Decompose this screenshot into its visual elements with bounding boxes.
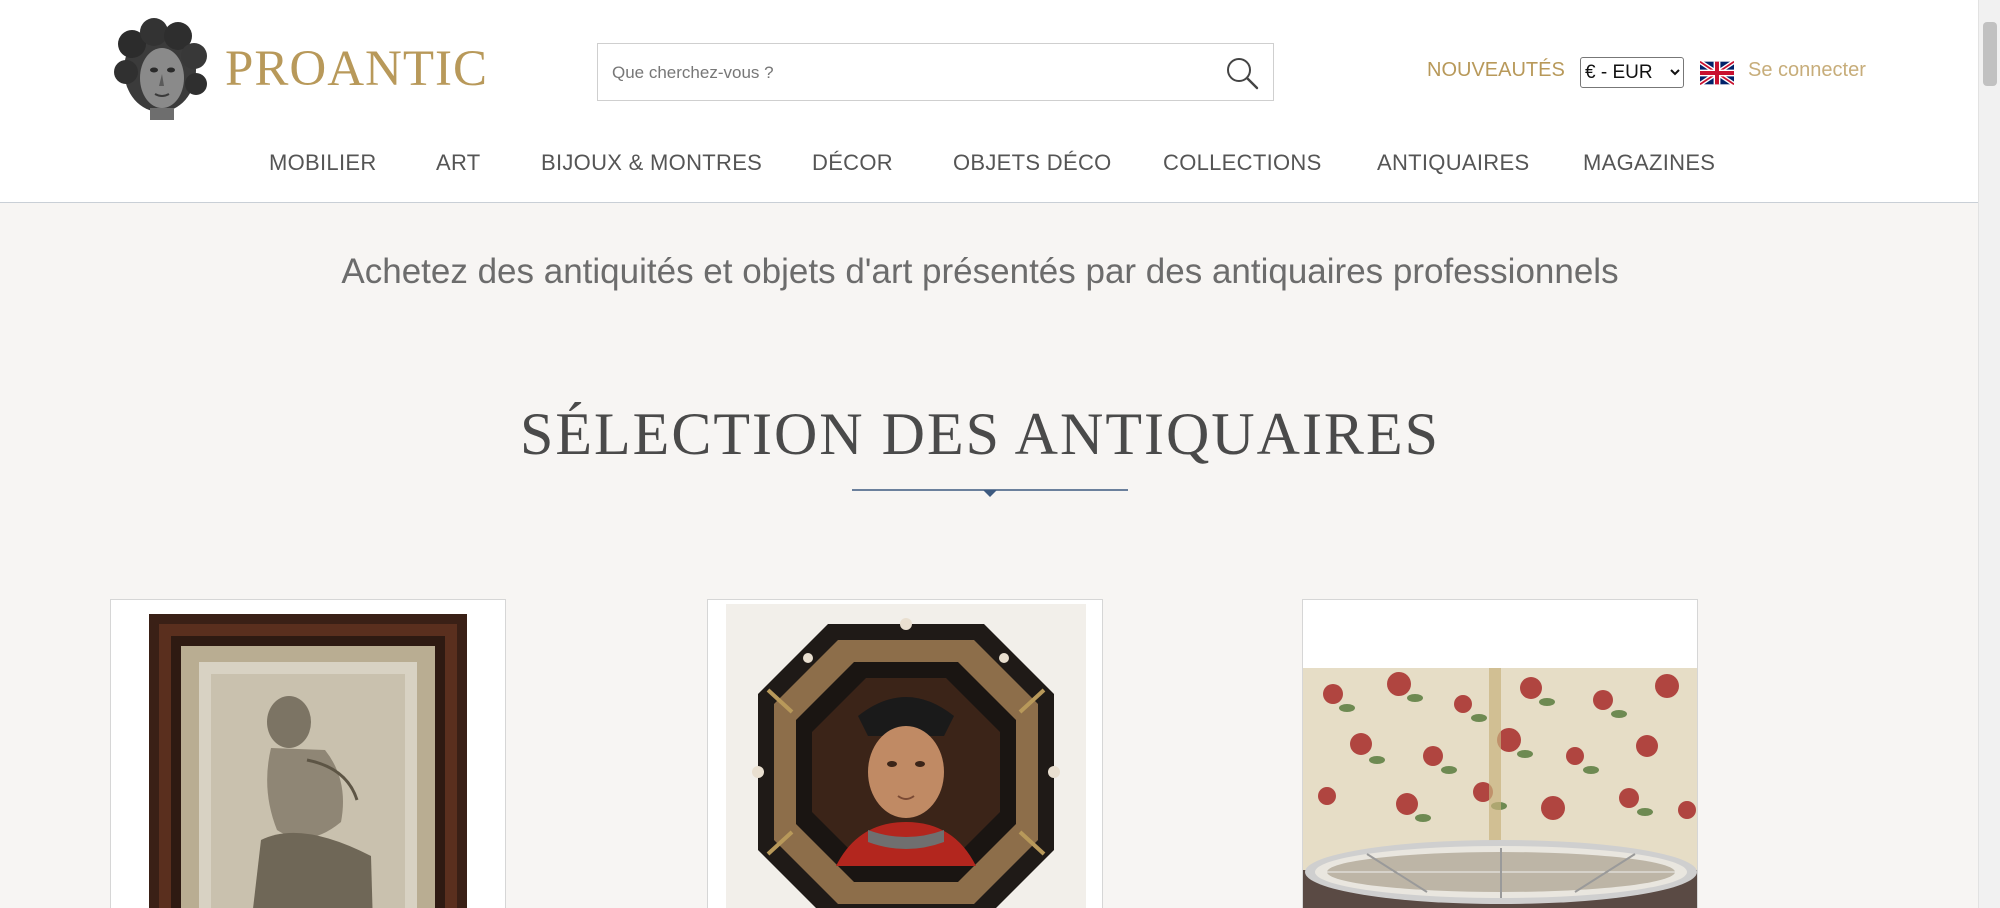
- nav-item-mobilier[interactable]: MOBILIER: [269, 150, 377, 176]
- nav-item-antiquaires[interactable]: ANTIQUAIRES: [1377, 150, 1529, 176]
- search-icon[interactable]: [1223, 54, 1261, 92]
- octagonal-portrait-image: [708, 600, 1102, 908]
- uk-flag-icon[interactable]: [1700, 61, 1734, 85]
- nav-item-art[interactable]: ART: [436, 150, 481, 176]
- login-link[interactable]: Se connecter: [1748, 59, 1866, 82]
- mirror-tray-image: [1303, 600, 1697, 908]
- nav-item-bijoux-montres[interactable]: BIJOUX & MONTRES: [541, 150, 762, 176]
- nouveautes-link[interactable]: NOUVEAUTÉS: [1427, 59, 1565, 82]
- tagline: Achetez des antiquités et objets d'art p…: [341, 252, 1619, 291]
- search-box: [597, 43, 1274, 101]
- page: PROANTIC NOUVEAUTÉS € - EUR Se connecter…: [0, 0, 2000, 908]
- framed-drawing-image: [111, 600, 505, 908]
- scrollbar-thumb[interactable]: [1983, 22, 1997, 86]
- product-card-1[interactable]: [110, 599, 506, 908]
- nav-item-objets-deco[interactable]: OBJETS DÉCO: [953, 150, 1112, 176]
- page-scrollbar[interactable]: [1978, 0, 2000, 908]
- title-underline-divider: [852, 489, 1128, 497]
- nav-item-collections[interactable]: COLLECTIONS: [1163, 150, 1322, 176]
- site-header: PROANTIC NOUVEAUTÉS € - EUR Se connecter…: [0, 0, 1978, 203]
- section-title: SÉLECTION DES ANTIQUAIRES: [520, 401, 1440, 467]
- nav-item-decor[interactable]: DÉCOR: [812, 150, 893, 176]
- product-card-3[interactable]: [1302, 599, 1698, 908]
- main-nav: MOBILIER ART BIJOUX & MONTRES DÉCOR OBJE…: [0, 140, 1978, 186]
- currency-select[interactable]: € - EUR: [1580, 57, 1684, 88]
- product-card-2[interactable]: [707, 599, 1103, 908]
- search-input[interactable]: [610, 52, 1214, 94]
- logo-head-icon[interactable]: [110, 16, 212, 124]
- logo-text[interactable]: PROANTIC: [225, 40, 488, 98]
- nav-item-magazines[interactable]: MAGAZINES: [1583, 150, 1715, 176]
